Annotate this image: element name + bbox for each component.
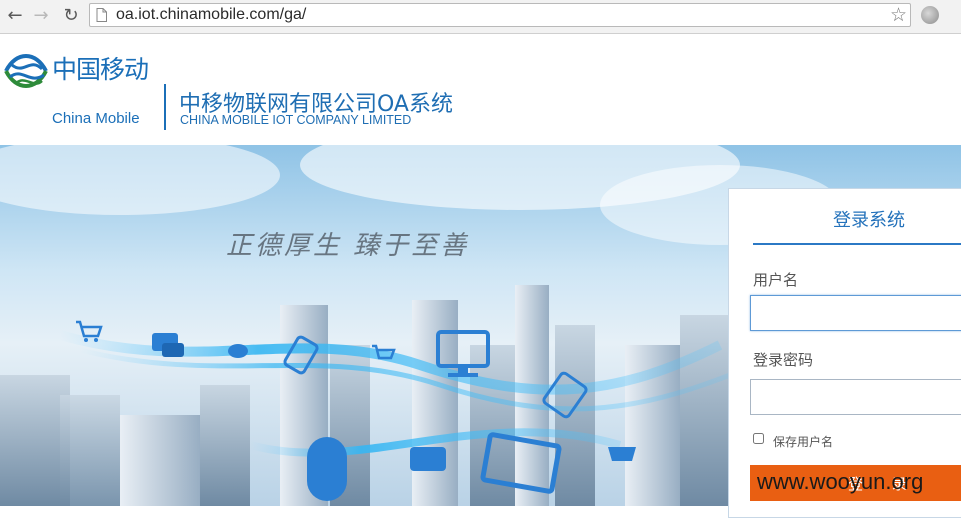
username-label: 用户名 [753,271,799,289]
bookmark-star-icon[interactable]: ☆ [890,4,907,26]
globe-icon[interactable] [921,6,939,24]
header-divider [164,84,166,130]
reload-icon[interactable]: ↻ [60,5,82,27]
login-title: 登录系统 [833,210,905,231]
remember-username-label[interactable]: 保存用户名 [773,433,833,450]
china-mobile-logo-icon [4,54,48,88]
login-title-underline [753,243,961,245]
address-bar[interactable]: oa.iot.chinamobile.com/ga/ ☆ [89,3,911,27]
speech-bubble-icon [228,344,248,358]
forward-arrow-icon[interactable]: → [30,5,52,27]
watermark-text: www.wooyun.org [757,469,924,494]
remember-username-checkbox[interactable] [753,433,764,444]
mouse-icon [307,437,347,501]
brand-name-en: China Mobile [52,110,140,127]
brand-name-cn: 中国移动 [52,55,149,84]
back-arrow-icon[interactable]: ← [4,5,26,27]
password-label: 登录密码 [753,351,814,369]
url-text[interactable]: oa.iot.chinamobile.com/ga/ [116,6,306,24]
page-icon [96,8,107,22]
chat-icon [410,447,446,471]
password-input[interactable] [750,379,961,415]
system-subtitle: CHINA MOBILE IOT COMPANY LIMITED [180,113,412,127]
username-input[interactable] [750,295,961,331]
slogan-text: 正德厚生 臻于至善 [226,231,470,261]
browser-toolbar: ← → ↻ oa.iot.chinamobile.com/ga/ ☆ [0,0,961,34]
basket-icon [608,447,636,461]
